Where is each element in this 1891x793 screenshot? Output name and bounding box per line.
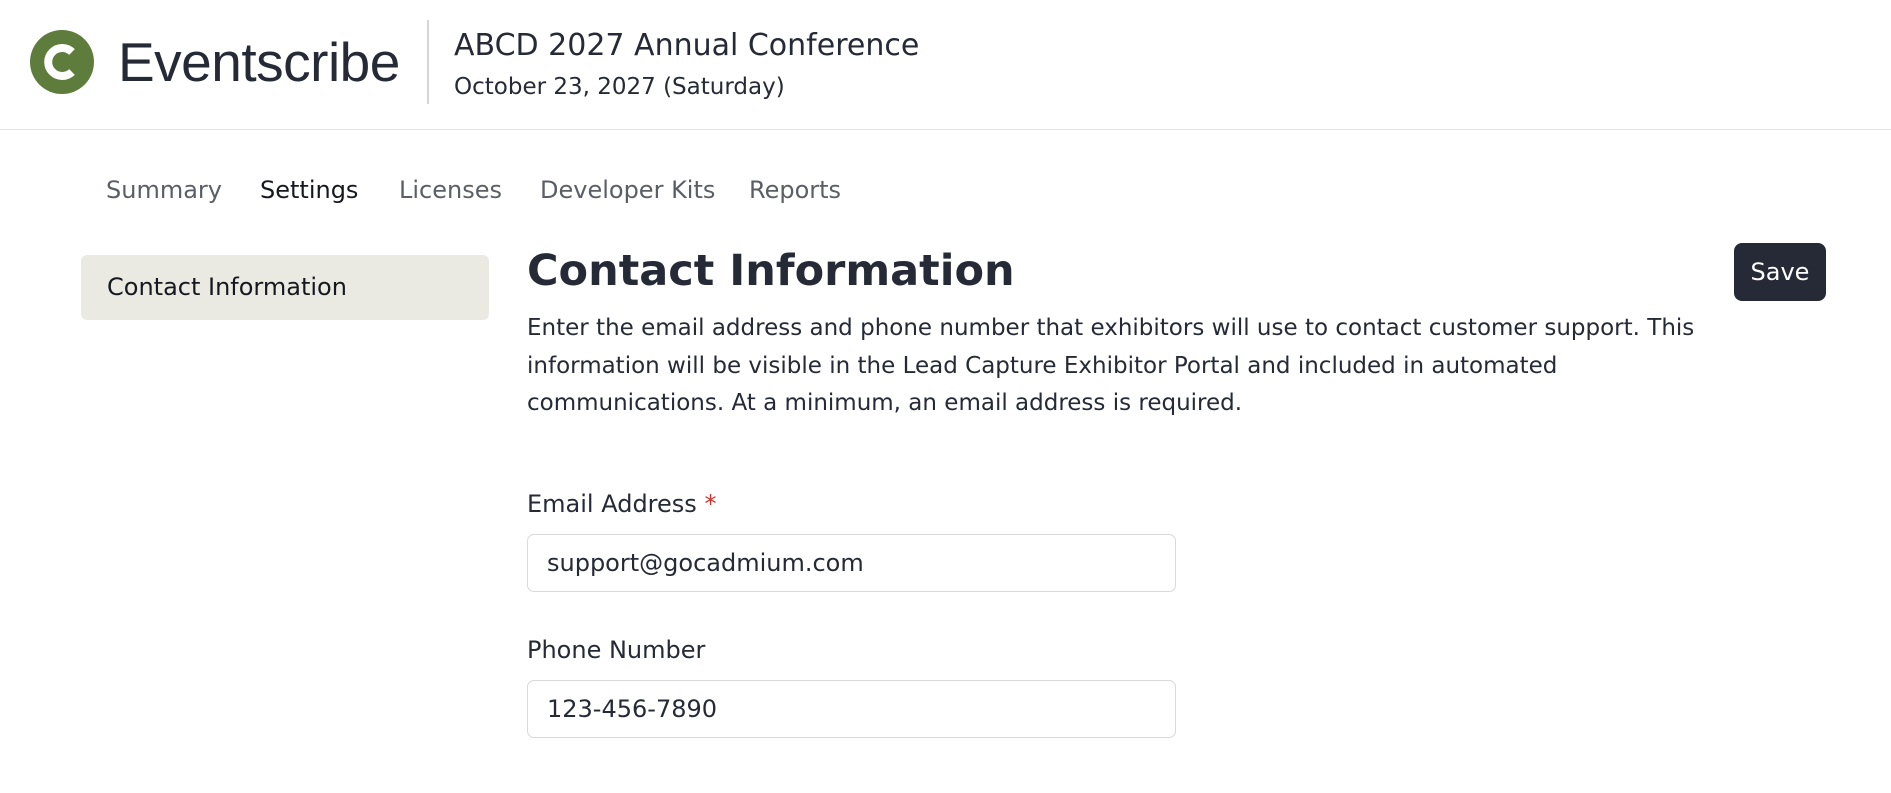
phone-input[interactable] <box>527 680 1176 738</box>
tab-reports[interactable]: Reports <box>749 170 841 210</box>
app-header: Eventscribe ABCD 2027 Annual Conference … <box>0 0 1891 130</box>
eventscribe-logo-icon[interactable] <box>30 30 94 94</box>
section-title: Contact Information <box>527 246 1015 296</box>
event-date: October 23, 2027 (Saturday) <box>454 74 785 100</box>
tab-developer-kits[interactable]: Developer Kits <box>540 170 715 210</box>
logo-c-glyph <box>44 44 75 80</box>
brand-name[interactable]: Eventscribe <box>118 28 400 96</box>
email-label: Email Address * <box>527 486 716 522</box>
section-description: Enter the email address and phone number… <box>527 315 1695 416</box>
required-marker: * <box>704 490 717 518</box>
save-button[interactable]: Save <box>1734 243 1826 301</box>
sidebar-item-contact-information[interactable]: Contact Information <box>81 255 489 320</box>
sidebar-item-label: Contact Information <box>107 273 347 301</box>
phone-label: Phone Number <box>527 636 706 664</box>
tab-settings[interactable]: Settings <box>260 170 358 210</box>
tab-licenses[interactable]: Licenses <box>399 170 502 210</box>
event-title: ABCD 2027 Annual Conference <box>454 28 920 63</box>
email-label-text: Email Address <box>527 490 697 518</box>
header-divider <box>427 20 429 104</box>
email-input[interactable] <box>527 534 1176 592</box>
tab-summary[interactable]: Summary <box>106 170 222 210</box>
